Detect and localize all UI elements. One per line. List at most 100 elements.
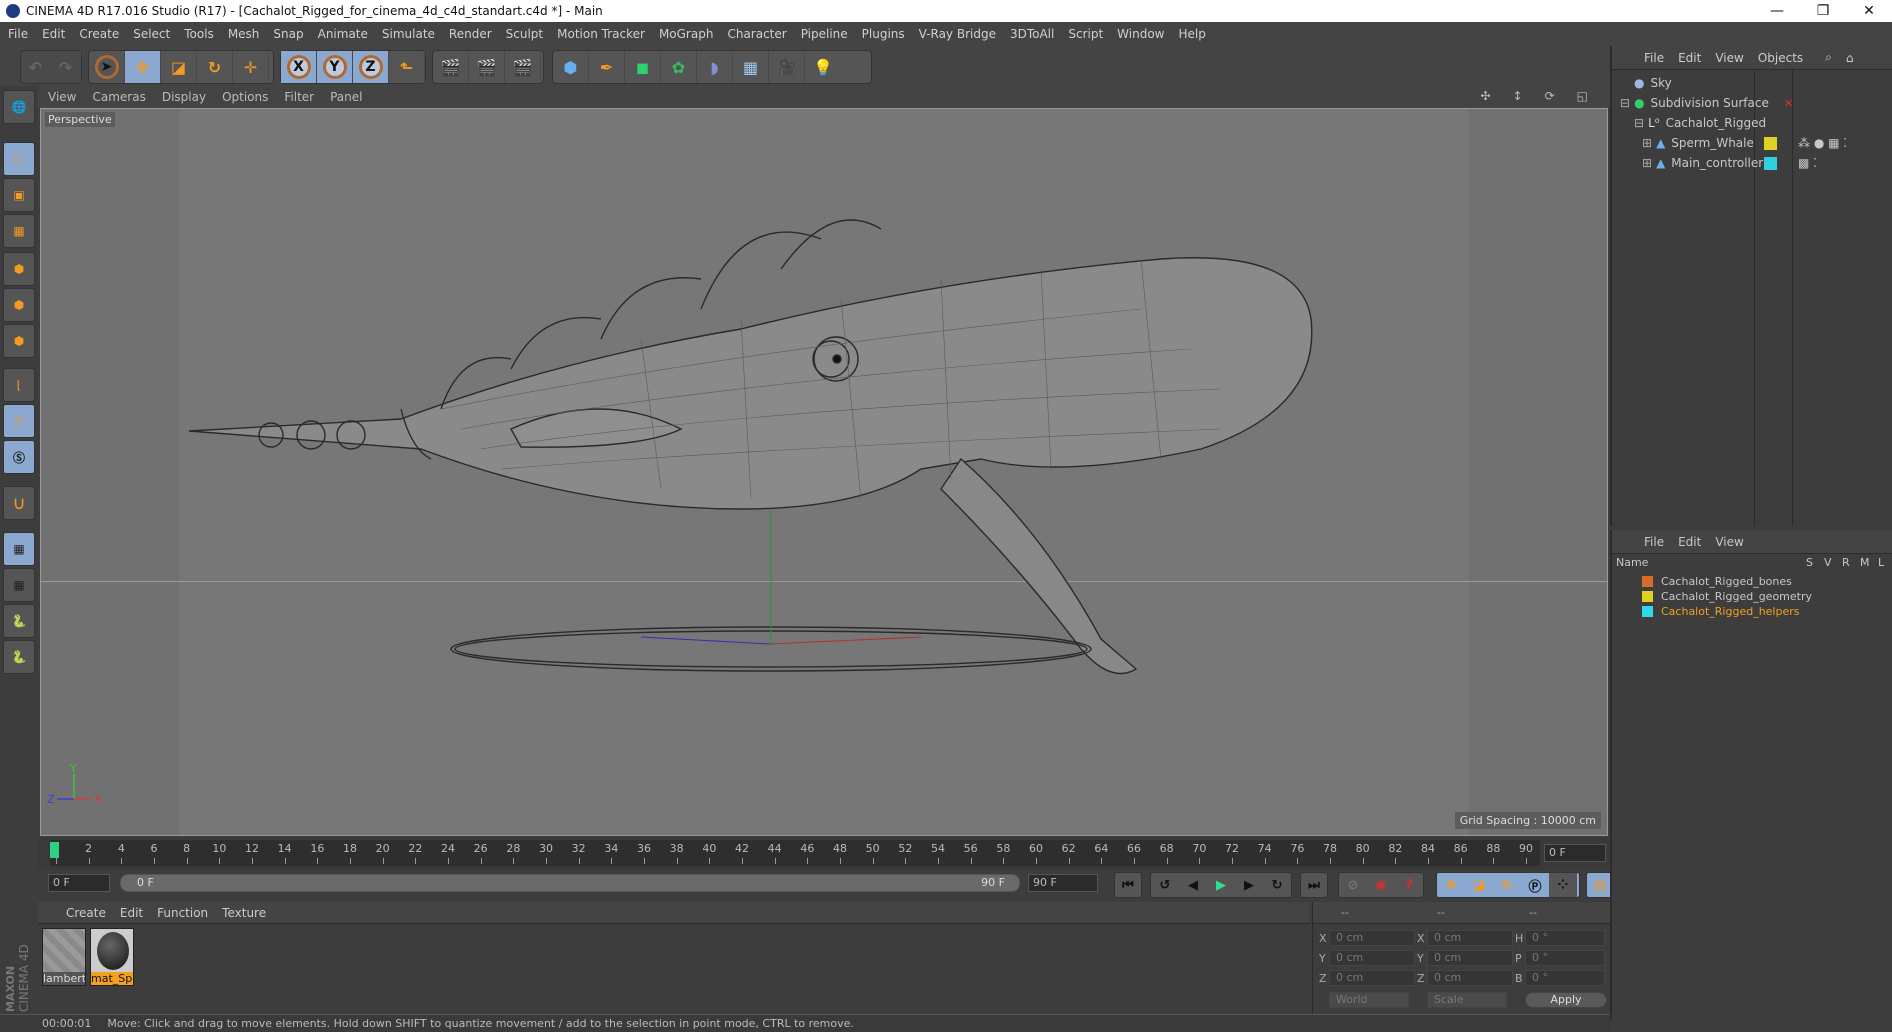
light-bulb-icon[interactable]: 💡 xyxy=(805,51,841,83)
keyframe-selection-icon[interactable]: ? xyxy=(1395,873,1423,897)
rotate-tool-icon[interactable]: ↻ xyxy=(197,51,233,83)
expand-icon[interactable]: ⊞ xyxy=(1642,156,1652,170)
layer-menu-view[interactable]: View xyxy=(1715,535,1743,549)
disabled-x-icon[interactable]: ✕ xyxy=(1784,97,1793,110)
menu-mograph[interactable]: MoGraph xyxy=(659,27,714,41)
spline-pen-icon[interactable]: ✒ xyxy=(589,51,625,83)
floor-scene-icon[interactable]: ▦ xyxy=(733,51,769,83)
key-position-icon[interactable]: ✥ xyxy=(1437,873,1465,897)
magnet-icon[interactable]: ∪ xyxy=(3,486,35,520)
tag-icons[interactable]: ⁂ ● ▦ ⁚ xyxy=(1798,136,1847,150)
layer-color-swatch[interactable] xyxy=(1764,136,1777,150)
menu-sculpt[interactable]: Sculpt xyxy=(506,27,543,41)
multi-transform-icon[interactable]: ✛ xyxy=(233,51,269,83)
render-picture-viewer-icon[interactable]: 🎬 xyxy=(469,51,505,83)
layer-menu-file[interactable]: File xyxy=(1644,535,1664,549)
layer-color-swatch[interactable] xyxy=(1642,606,1653,617)
viewport-menu-filter[interactable]: Filter xyxy=(284,90,314,104)
object-row-subdivision-surface[interactable]: ⊟ ● Subdivision Surface ✕ xyxy=(1612,93,1892,113)
playhead[interactable] xyxy=(50,842,59,858)
record-keys-icon[interactable]: ⊘ xyxy=(1339,873,1367,897)
rotation-h-field[interactable]: 0 ° xyxy=(1525,930,1605,946)
menu-snap[interactable]: Snap xyxy=(273,27,303,41)
render-settings-icon[interactable]: 🎬 xyxy=(505,51,541,83)
toggle-layout-icon[interactable]: ◱ xyxy=(1577,89,1588,103)
key-parameter-icon[interactable]: Ⓟ xyxy=(1521,873,1549,897)
home-icon[interactable]: ⌂ xyxy=(1846,51,1854,65)
position-x-field[interactable]: 0 cm xyxy=(1329,930,1415,946)
x-axis-lock-button[interactable]: X xyxy=(281,51,317,83)
material-menu-texture[interactable]: Texture xyxy=(222,906,266,920)
pan-view-icon[interactable]: ✣ xyxy=(1480,89,1490,103)
subdivision-generator-icon[interactable]: ◼ xyxy=(625,51,661,83)
expand-icon[interactable]: ⊞ xyxy=(1642,136,1652,150)
rotation-p-field[interactable]: 0 ° xyxy=(1525,950,1605,966)
layer-color-swatch[interactable] xyxy=(1642,591,1653,602)
menu-window[interactable]: Window xyxy=(1117,27,1164,41)
timeline-ruler[interactable]: 0246810121416182022242628303234363840424… xyxy=(50,840,1540,866)
size-y-field[interactable]: 0 cm xyxy=(1427,950,1513,966)
material-swatch-lambert[interactable]: lambert xyxy=(42,928,86,986)
model-mode-icon[interactable]: ⬡ xyxy=(3,142,35,176)
menu-3dtoall[interactable]: 3DToAll xyxy=(1010,27,1054,41)
current-frame-field[interactable]: 0 F xyxy=(1544,844,1606,862)
scale-tool-icon[interactable]: ◪ xyxy=(161,51,197,83)
python-script-2-icon[interactable]: 🐍 xyxy=(3,640,35,674)
previous-frame-icon[interactable]: ◀ xyxy=(1179,873,1207,897)
objects-menu-edit[interactable]: Edit xyxy=(1678,51,1701,65)
search-icon[interactable]: ⌕ xyxy=(1825,50,1832,65)
layer-menu-edit[interactable]: Edit xyxy=(1678,535,1701,549)
coordinate-space-select[interactable]: World xyxy=(1329,992,1409,1008)
edges-mode-icon[interactable]: ⬢ xyxy=(3,288,35,322)
workplane-mode-icon[interactable]: ▦ xyxy=(3,214,35,248)
menu-animate[interactable]: Animate xyxy=(318,27,368,41)
menu-character[interactable]: Character xyxy=(727,27,786,41)
apply-button[interactable]: Apply xyxy=(1525,992,1607,1008)
viewport-menu-panel[interactable]: Panel xyxy=(330,90,362,104)
coordinate-mode-select[interactable]: Scale xyxy=(1427,992,1507,1008)
camera-label[interactable]: Perspective xyxy=(45,112,115,127)
menu-render[interactable]: Render xyxy=(449,27,492,41)
size-z-field[interactable]: 0 cm xyxy=(1427,970,1513,986)
expand-icon[interactable]: ⊟ xyxy=(1634,116,1644,130)
axis-mode-icon[interactable]: ⌊ xyxy=(3,368,35,402)
3d-viewport[interactable]: Y X Z Perspective Grid Spacing : 10000 c… xyxy=(40,108,1608,836)
object-row-sperm-whale[interactable]: ⊞ ▲ Sperm_Whale ⁂ ● ▦ ⁚ xyxy=(1612,133,1892,153)
cloner-icon[interactable]: ✿ xyxy=(661,51,697,83)
texture-mode-icon[interactable]: ▣ xyxy=(3,178,35,212)
layer-color-swatch[interactable] xyxy=(1642,576,1653,587)
size-x-field[interactable]: 0 cm xyxy=(1427,930,1513,946)
menu-edit[interactable]: Edit xyxy=(42,27,65,41)
menu-pipeline[interactable]: Pipeline xyxy=(801,27,848,41)
camera-icon[interactable]: 🎥 xyxy=(769,51,805,83)
menu-create[interactable]: Create xyxy=(79,27,119,41)
close-icon[interactable]: ✕ xyxy=(1846,0,1892,22)
layer-row-bones[interactable]: Cachalot_Rigged_bones xyxy=(1612,574,1892,589)
restore-icon[interactable]: ❐ xyxy=(1800,0,1846,22)
material-menu-function[interactable]: Function xyxy=(157,906,208,920)
planar-workplane-icon[interactable]: ▦ xyxy=(3,568,35,602)
menu-mesh[interactable]: Mesh xyxy=(228,27,260,41)
render-view-icon[interactable]: 🎬 xyxy=(433,51,469,83)
menu-help[interactable]: Help xyxy=(1178,27,1205,41)
minimize-icon[interactable]: — xyxy=(1754,0,1800,22)
move-tool-icon[interactable]: ✥ xyxy=(125,51,161,83)
key-scale-icon[interactable]: ◪ xyxy=(1465,873,1493,897)
y-axis-lock-button[interactable]: Y xyxy=(317,51,353,83)
viewport-menu-display[interactable]: Display xyxy=(162,90,206,104)
deformer-bend-icon[interactable]: ◗ xyxy=(697,51,733,83)
tweak-mode-icon[interactable]: 🖱 xyxy=(3,404,35,438)
menu-select[interactable]: Select xyxy=(133,27,170,41)
points-mode-icon[interactable]: ⬢ xyxy=(3,252,35,286)
menu-script[interactable]: Script xyxy=(1068,27,1103,41)
undo-icon[interactable]: ↶ xyxy=(21,51,51,83)
viewport-menu-view[interactable]: View xyxy=(48,90,76,104)
key-rotation-icon[interactable]: ↻ xyxy=(1493,873,1521,897)
menu-vray-bridge[interactable]: V-Ray Bridge xyxy=(919,27,996,41)
objects-menu-file[interactable]: File xyxy=(1644,51,1664,65)
go-to-end-icon[interactable]: ⏭ xyxy=(1301,873,1327,897)
objects-menu-objects[interactable]: Objects xyxy=(1758,51,1803,65)
menu-motion-tracker[interactable]: Motion Tracker xyxy=(557,27,645,41)
menu-plugins[interactable]: Plugins xyxy=(862,27,905,41)
python-script-icon[interactable]: 🐍 xyxy=(3,604,35,638)
